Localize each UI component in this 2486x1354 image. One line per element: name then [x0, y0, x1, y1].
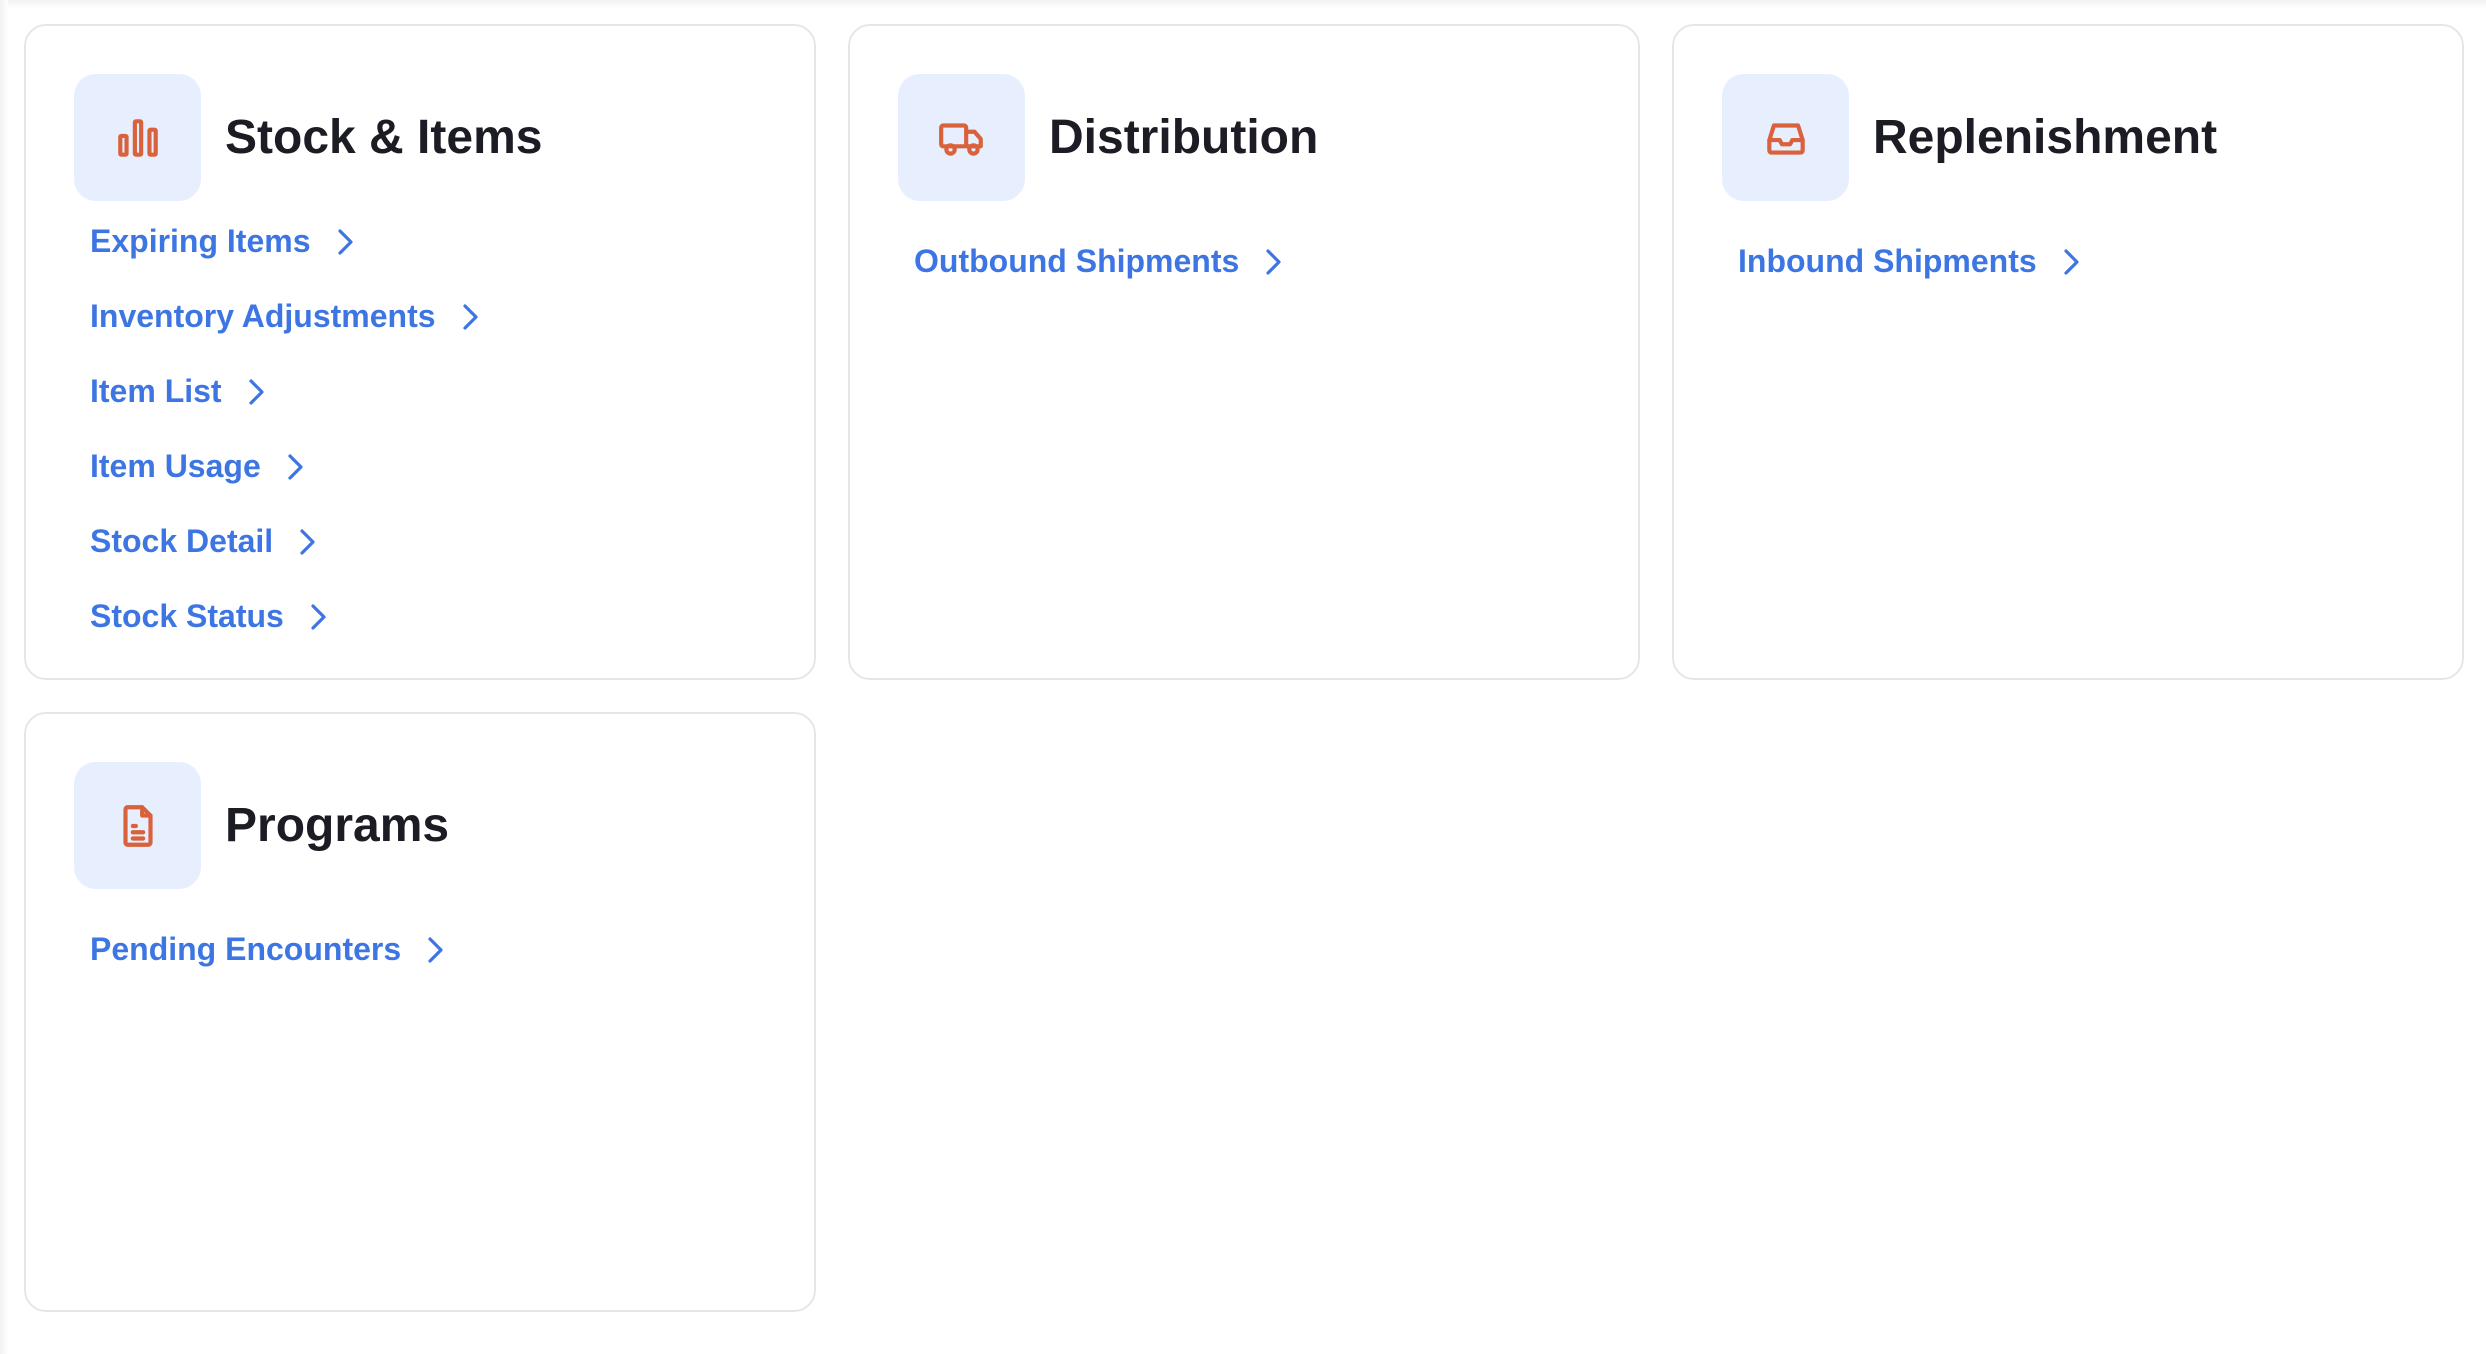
- link-inventory-adjustments[interactable]: Inventory Adjustments: [90, 279, 482, 354]
- chevron-right-icon: [425, 935, 447, 965]
- left-shadow: [0, 0, 8, 1354]
- chevron-right-icon: [285, 452, 307, 482]
- link-inbound-shipments[interactable]: Inbound Shipments: [1738, 224, 2083, 299]
- card-header: Replenishment: [1722, 74, 2217, 201]
- card-header: Programs: [74, 762, 449, 889]
- card-replenishment: Replenishment Inbound Shipments: [1672, 24, 2464, 680]
- link-label: Stock Detail: [90, 523, 274, 559]
- chevron-right-icon: [460, 302, 482, 332]
- report-links: Pending Encounters: [90, 912, 447, 987]
- link-label: Item List: [90, 373, 222, 409]
- chevron-right-icon: [2061, 247, 2083, 277]
- inbox-icon: [1722, 74, 1849, 201]
- bar-chart-icon: [74, 74, 201, 201]
- card-stock-items: Stock & Items Expiring Items Inventory A…: [24, 24, 816, 680]
- document-icon: [74, 762, 201, 889]
- link-label: Expiring Items: [90, 223, 311, 259]
- chevron-right-icon: [335, 227, 357, 257]
- card-title: Replenishment: [1873, 111, 2218, 164]
- card-distribution: Distribution Outbound Shipments: [848, 24, 1640, 680]
- link-label: Outbound Shipments: [914, 243, 1240, 279]
- top-shadow: [0, 0, 2486, 8]
- link-label: Stock Status: [90, 598, 284, 634]
- chevron-right-icon: [1263, 247, 1285, 277]
- link-stock-detail[interactable]: Stock Detail: [90, 504, 482, 579]
- link-item-usage[interactable]: Item Usage: [90, 429, 482, 504]
- link-label: Inbound Shipments: [1738, 243, 2037, 279]
- card-title: Stock & Items: [225, 111, 543, 164]
- card-programs: Programs Pending Encounters: [24, 712, 816, 1312]
- report-links: Expiring Items Inventory Adjustments Ite…: [90, 204, 482, 654]
- card-header: Distribution: [898, 74, 1318, 201]
- card-title: Distribution: [1049, 111, 1319, 164]
- reports-page: Stock & Items Expiring Items Inventory A…: [0, 0, 2486, 1354]
- card-header: Stock & Items: [74, 74, 542, 201]
- report-links: Inbound Shipments: [1738, 224, 2083, 299]
- link-outbound-shipments[interactable]: Outbound Shipments: [914, 224, 1285, 299]
- link-item-list[interactable]: Item List: [90, 354, 482, 429]
- chevron-right-icon: [246, 377, 268, 407]
- truck-icon: [898, 74, 1025, 201]
- link-pending-encounters[interactable]: Pending Encounters: [90, 912, 447, 987]
- link-label: Inventory Adjustments: [90, 298, 436, 334]
- chevron-right-icon: [308, 602, 330, 632]
- link-label: Item Usage: [90, 448, 261, 484]
- chevron-right-icon: [297, 527, 319, 557]
- card-title: Programs: [225, 799, 450, 852]
- link-stock-status[interactable]: Stock Status: [90, 579, 482, 654]
- link-expiring-items[interactable]: Expiring Items: [90, 204, 482, 279]
- report-links: Outbound Shipments: [914, 224, 1285, 299]
- link-label: Pending Encounters: [90, 931, 402, 967]
